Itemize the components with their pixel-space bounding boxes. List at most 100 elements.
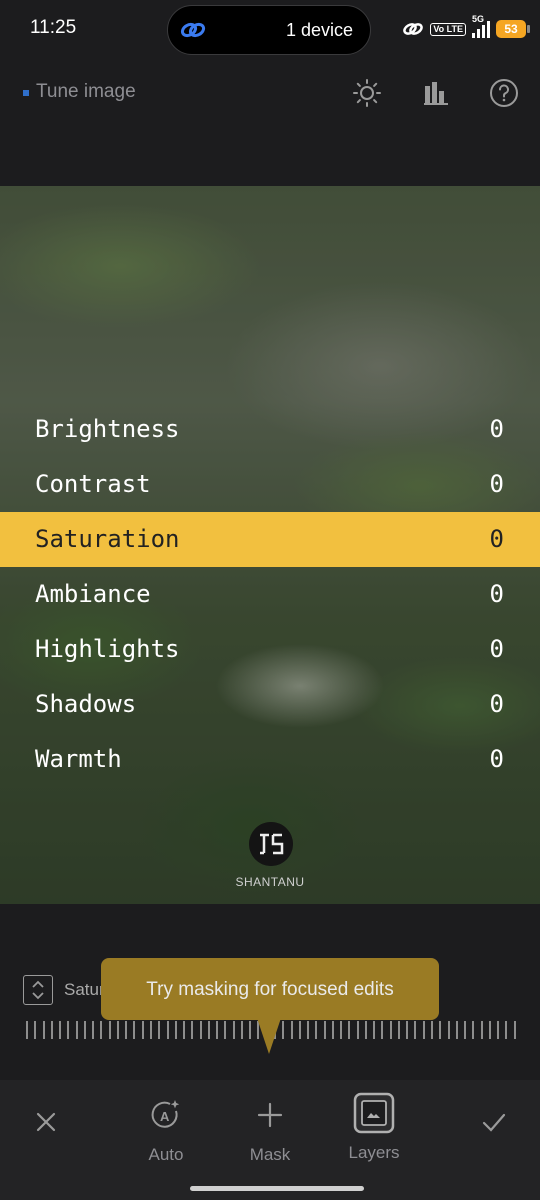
svg-text:A: A — [160, 1109, 170, 1124]
slider-tick — [249, 1021, 252, 1039]
adjustment-highlights[interactable]: Highlights 0 — [0, 622, 540, 677]
slider-tick — [505, 1021, 508, 1039]
slider-tick — [133, 1021, 136, 1039]
slider-tick — [125, 1021, 128, 1039]
slider-tick — [34, 1021, 37, 1039]
slider-tick — [480, 1021, 483, 1039]
slider-tick — [100, 1021, 103, 1039]
adjustment-name: Brightness — [35, 415, 180, 443]
slider-tick — [83, 1021, 86, 1039]
slider-tick — [166, 1021, 169, 1039]
slider-tick — [406, 1021, 409, 1039]
slider-tick — [356, 1021, 359, 1039]
brightness-icon[interactable] — [352, 78, 382, 108]
slider-tick — [513, 1021, 516, 1039]
slider-tick — [42, 1021, 45, 1039]
help-icon[interactable] — [489, 78, 519, 108]
slider-tick — [431, 1021, 434, 1039]
slider-tick — [323, 1021, 326, 1039]
slider-tick — [389, 1021, 392, 1039]
slider-tick — [381, 1021, 384, 1039]
auto-button[interactable]: A Auto — [126, 1098, 206, 1165]
app-header: Tune image — [0, 70, 540, 116]
adjustment-warmth[interactable]: Warmth 0 — [0, 732, 540, 787]
adjustment-value: 0 — [489, 635, 504, 663]
link-status-icon — [403, 23, 424, 35]
title-marker — [23, 90, 29, 96]
auto-label: Auto — [148, 1145, 184, 1164]
slider-tick — [108, 1021, 111, 1039]
check-icon[interactable] — [474, 1102, 514, 1142]
adjustment-list[interactable]: Brightness 0 Contrast 0 Saturation 0 Amb… — [0, 402, 540, 787]
slider-tick — [183, 1021, 186, 1039]
layers-icon — [353, 1092, 395, 1134]
bottom-toolbar: A Auto Mask Layers — [0, 1080, 540, 1200]
slider-tick — [191, 1021, 194, 1039]
adjustment-shadows[interactable]: Shadows 0 — [0, 677, 540, 732]
layers-button[interactable]: Layers — [334, 1090, 414, 1163]
slider-tick — [331, 1021, 334, 1039]
mask-tooltip[interactable]: Try masking for focused edits — [101, 958, 439, 1020]
histogram-icon[interactable] — [421, 78, 451, 108]
home-indicator[interactable] — [190, 1186, 364, 1191]
slider-tick — [455, 1021, 458, 1039]
adjustment-picker-icon[interactable] — [23, 975, 53, 1005]
photo-canvas[interactable]: Brightness 0 Contrast 0 Saturation 0 Amb… — [0, 186, 540, 904]
volte-icon: Vo LTE — [430, 22, 466, 36]
slider-tick — [141, 1021, 144, 1039]
slider-tick — [224, 1021, 227, 1039]
slider-tick — [216, 1021, 219, 1039]
slider-tick — [488, 1021, 491, 1039]
close-icon[interactable] — [26, 1102, 66, 1142]
system-icons: Vo LTE 5G 53 — [402, 14, 530, 42]
adjustment-name: Saturation — [35, 525, 180, 553]
slider-tick — [364, 1021, 367, 1039]
plus-icon — [257, 1102, 283, 1128]
auto-icon: A — [151, 1100, 180, 1128]
layers-label: Layers — [348, 1143, 400, 1162]
battery-icon: 53 — [496, 20, 530, 38]
slider-tick — [307, 1021, 310, 1039]
adjustment-value: 0 — [489, 525, 504, 553]
adjustment-name: Shadows — [35, 690, 137, 718]
slider-tick — [472, 1021, 475, 1039]
slider-tick — [340, 1021, 343, 1039]
slider-tick — [92, 1021, 95, 1039]
watermark-logo — [249, 822, 293, 866]
slider-tick — [397, 1021, 400, 1039]
slider-tick — [373, 1021, 376, 1039]
slider-tick — [50, 1021, 53, 1039]
slider-tick — [290, 1021, 293, 1039]
slider-tick — [116, 1021, 119, 1039]
slider-tick — [240, 1021, 243, 1039]
adjustment-contrast[interactable]: Contrast 0 — [0, 457, 540, 512]
dynamic-island[interactable]: 1 device — [167, 5, 371, 55]
battery-level: 53 — [504, 22, 518, 36]
adjustment-brightness[interactable]: Brightness 0 — [0, 402, 540, 457]
page-title: Tune image — [36, 81, 136, 102]
signal-icon: 5G — [472, 14, 490, 38]
slider-label: Satur — [64, 980, 105, 999]
adjustment-name: Warmth — [35, 745, 122, 773]
adjustment-value: 0 — [489, 415, 504, 443]
adjustment-saturation[interactable]: Saturation 0 — [0, 512, 540, 567]
slider-tick — [298, 1021, 301, 1039]
adjustment-value: 0 — [489, 580, 504, 608]
network-type: 5G — [472, 14, 485, 24]
slider-tick — [315, 1021, 318, 1039]
slider-tick — [232, 1021, 235, 1039]
slider-tick — [26, 1021, 28, 1039]
adjustment-ambiance[interactable]: Ambiance 0 — [0, 567, 540, 622]
adjustment-name: Ambiance — [35, 580, 151, 608]
status-time: 11:25 — [30, 17, 77, 38]
adjustment-value: 0 — [489, 690, 504, 718]
slider-tick — [199, 1021, 202, 1039]
slider-tick — [497, 1021, 500, 1039]
mask-button[interactable]: Mask — [230, 1098, 310, 1165]
adjustment-value: 0 — [489, 470, 504, 498]
slider-tick — [207, 1021, 210, 1039]
link-icon — [180, 22, 206, 38]
mask-label: Mask — [249, 1145, 291, 1164]
connected-devices-text: 1 device — [286, 20, 354, 40]
status-bar: 11:25 1 device Vo LTE 5G 53 — [0, 0, 540, 60]
